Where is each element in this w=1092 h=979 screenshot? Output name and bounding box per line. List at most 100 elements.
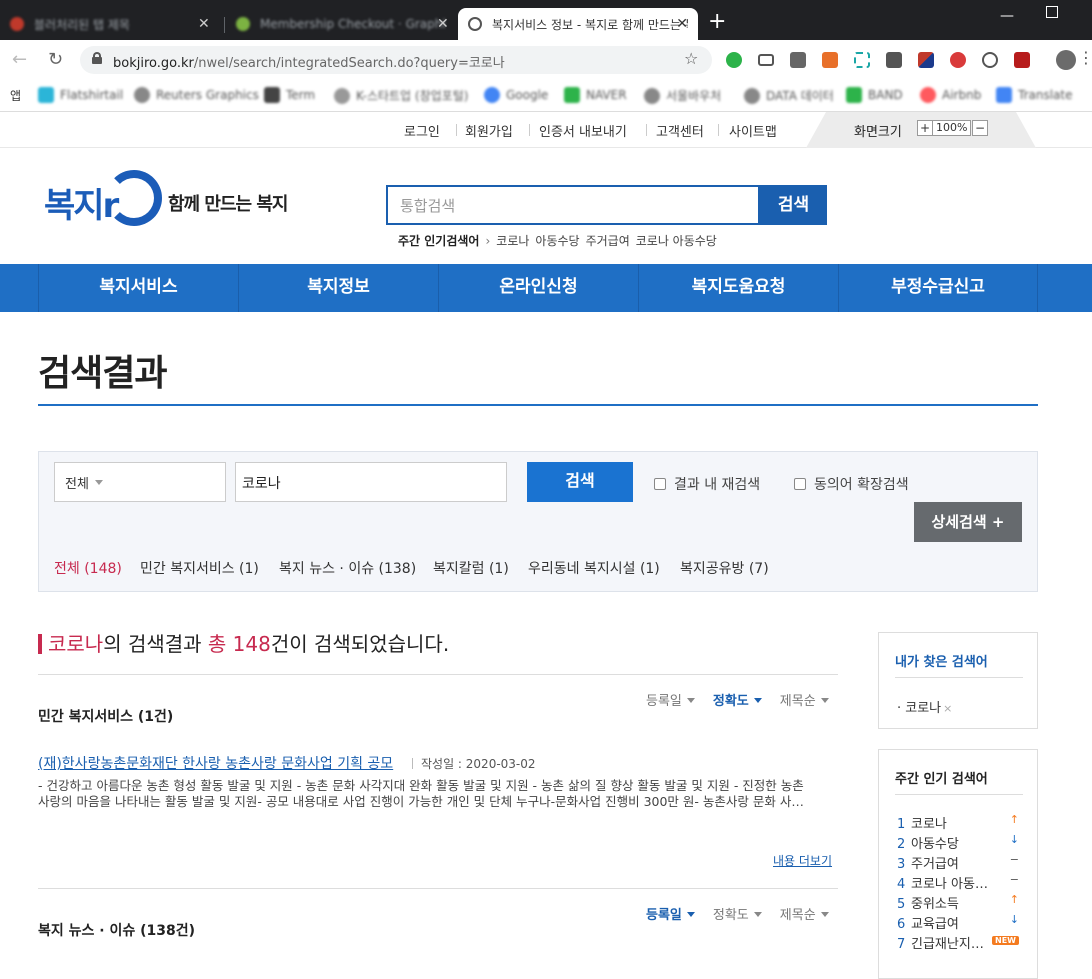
extension-icon[interactable]	[822, 52, 838, 68]
url-text: bokjiro.go.kr/nwel/search/integratedSear…	[113, 56, 505, 71]
pdf-extension-icon[interactable]	[1014, 52, 1030, 68]
category-tab-all[interactable]: 전체 (148)	[54, 558, 122, 578]
recent-search-item[interactable]: · 코로나 ×	[897, 697, 952, 716]
signup-link[interactable]: 회원가입	[465, 121, 513, 140]
tab-close-icon[interactable]: ✕	[437, 16, 449, 32]
category-tab-facilities[interactable]: 우리동네 복지시설 (1)	[528, 558, 660, 578]
bookmark-item[interactable]: NAVER	[564, 87, 627, 103]
category-tab-column[interactable]: 복지칼럼 (1)	[433, 558, 509, 578]
extension-icon[interactable]	[758, 54, 774, 66]
sort-options: 등록일 정확도 제목순	[646, 904, 829, 923]
caret-down-icon	[94, 480, 103, 489]
bookmark-item[interactable]: K-스타트업 (창업포털)	[334, 87, 468, 104]
bookmark-item[interactable]: Google	[484, 87, 548, 103]
bookmark-item[interactable]: DATA 데이터	[744, 87, 834, 104]
search-filter-box: 전체 코로나 검색 결과 내 재검색 동의어 확장검색 상세검색 + 전체 (1…	[38, 451, 1038, 592]
evernote-extension-icon[interactable]	[726, 52, 742, 68]
reload-icon[interactable]: ↻	[48, 49, 63, 70]
back-icon[interactable]: ←	[12, 49, 27, 70]
popular-rank-item[interactable]: 3 주거급여 −	[897, 853, 1019, 873]
zoom-in-button[interactable]: +	[917, 120, 933, 136]
popular-keywords: 주간 인기검색어 › 코로나 아동수당 주거급여 코로나 아동수당	[398, 232, 723, 249]
category-tab-sharing[interactable]: 복지공유방 (7)	[680, 558, 769, 578]
bookmarks-bar: 앱 Flatshirtail Reuters Graphics Term K-스…	[0, 80, 1092, 112]
caret-down-icon	[753, 698, 762, 707]
nav-welfare-help[interactable]: 복지도움요청	[638, 264, 838, 312]
certificate-export-link[interactable]: 인증서 내보내기	[539, 121, 627, 140]
nav-fraud-report[interactable]: 부정수급신고	[838, 264, 1038, 312]
popular-rank-item[interactable]: 4 코로나 아동수당 −	[897, 873, 1019, 893]
popular-keyword[interactable]: 주거급여	[586, 234, 630, 248]
profile-avatar[interactable]	[1056, 50, 1076, 70]
sort-by-accuracy[interactable]: 정확도	[713, 908, 762, 923]
checkbox-label: 동의어 확장검색	[814, 477, 909, 493]
new-badge: NEW	[992, 936, 1019, 945]
extension-icon[interactable]	[886, 52, 902, 68]
trend-up-icon: ↑	[1009, 893, 1019, 906]
sort-by-title[interactable]: 제목순	[780, 694, 829, 709]
menu-icon[interactable]: ⋮	[1078, 48, 1092, 67]
customer-center-link[interactable]: 고객센터	[656, 121, 704, 140]
site-logo[interactable]: 복지r	[44, 170, 164, 232]
popular-keyword[interactable]: 코로나	[496, 234, 529, 248]
bookmark-item[interactable]: BAND	[846, 87, 903, 103]
apps-shortcut[interactable]: 앱	[10, 87, 21, 104]
extension-icon[interactable]	[982, 52, 998, 68]
category-tab-private-services[interactable]: 민간 복지서비스 (1)	[140, 558, 259, 578]
query-input[interactable]: 코로나	[235, 462, 507, 502]
tab-close-icon[interactable]: ✕	[676, 16, 688, 32]
globe-icon	[468, 17, 482, 31]
read-more-link[interactable]: 내용 더보기	[773, 852, 832, 869]
bookmark-item[interactable]: 서울바우처	[644, 87, 721, 104]
sitemap-link[interactable]: 사이트맵	[729, 121, 777, 140]
bookmark-item[interactable]: Translate	[996, 87, 1073, 103]
remove-icon[interactable]: ×	[943, 702, 952, 715]
new-tab-button[interactable]: +	[708, 11, 726, 33]
address-bar[interactable]: bokjiro.go.kr/nwel/search/integratedSear…	[80, 46, 712, 74]
bookmark-star-icon[interactable]: ☆	[684, 49, 698, 68]
page-title: 검색결과	[38, 353, 167, 394]
advanced-search-button[interactable]: 상세검색 +	[914, 502, 1022, 542]
popular-keyword[interactable]: 아동수당	[535, 234, 579, 248]
popular-keyword[interactable]: 코로나 아동수당	[636, 234, 717, 248]
sort-by-date[interactable]: 등록일	[646, 694, 695, 709]
checkbox-icon	[654, 478, 666, 490]
popular-rank-item[interactable]: 1 코로나 ↑	[897, 813, 1019, 833]
bookmark-item[interactable]: Airbnb	[920, 87, 981, 103]
browser-tab[interactable]: Membership Checkout · Graphic	[226, 8, 456, 40]
search-within-checkbox[interactable]: 결과 내 재검색	[654, 474, 760, 494]
integrated-search-button[interactable]: 검색	[760, 185, 827, 225]
synonym-expand-checkbox[interactable]: 동의어 확장검색	[794, 474, 909, 494]
login-link[interactable]: 로그인	[404, 121, 440, 140]
caret-down-icon	[753, 912, 762, 921]
extension-icon[interactable]	[950, 52, 966, 68]
tab-close-icon[interactable]: ✕	[198, 16, 210, 32]
browser-tab-active[interactable]: 복지서비스 정보 - 복지로 함께 만드는 복지 ✕	[458, 8, 698, 40]
popular-rank-item[interactable]: 6 교육급여 ↓	[897, 913, 1019, 933]
extension-icon[interactable]	[918, 52, 934, 68]
integrated-search-input[interactable]: 통합검색	[386, 185, 760, 225]
bookmark-item[interactable]: Reuters Graphics	[134, 87, 259, 103]
minimize-icon[interactable]: —	[1000, 8, 1014, 24]
sort-by-accuracy[interactable]: 정확도	[713, 694, 762, 709]
zoom-out-button[interactable]: −	[972, 120, 988, 136]
category-tab-news[interactable]: 복지 뉴스 · 이슈 (138)	[279, 558, 416, 578]
nav-welfare-info[interactable]: 복지정보	[238, 264, 438, 312]
bookmark-item[interactable]: Term	[264, 87, 315, 103]
extension-icon[interactable]	[790, 52, 806, 68]
nav-welfare-services[interactable]: 복지서비스	[38, 264, 238, 312]
search-scope-select[interactable]: 전체	[54, 462, 226, 502]
maximize-icon[interactable]	[1046, 6, 1058, 18]
popular-rank-item[interactable]: 5 중위소득 ↑	[897, 893, 1019, 913]
sort-by-date[interactable]: 등록일	[646, 908, 695, 923]
bookmark-item[interactable]: Flatshirtail	[38, 87, 123, 103]
search-button[interactable]: 검색	[527, 462, 633, 502]
sort-by-title[interactable]: 제목순	[780, 908, 829, 923]
popular-rank-item[interactable]: 2 아동수당 ↓	[897, 833, 1019, 853]
nav-online-application[interactable]: 온라인신청	[438, 264, 638, 312]
recent-searches-panel: 내가 찾은 검색어 · 코로나 ×	[878, 632, 1038, 729]
extension-icon[interactable]	[854, 52, 870, 68]
result-title-link[interactable]: (재)한사랑농촌문화재단 한사랑 농촌사랑 문화사업 기획 공모	[38, 753, 393, 773]
popular-rank-item[interactable]: 7 긴급재난지원금 NEW	[897, 933, 1019, 953]
browser-tab[interactable]: 블러처리된 탭 제목	[0, 8, 220, 40]
